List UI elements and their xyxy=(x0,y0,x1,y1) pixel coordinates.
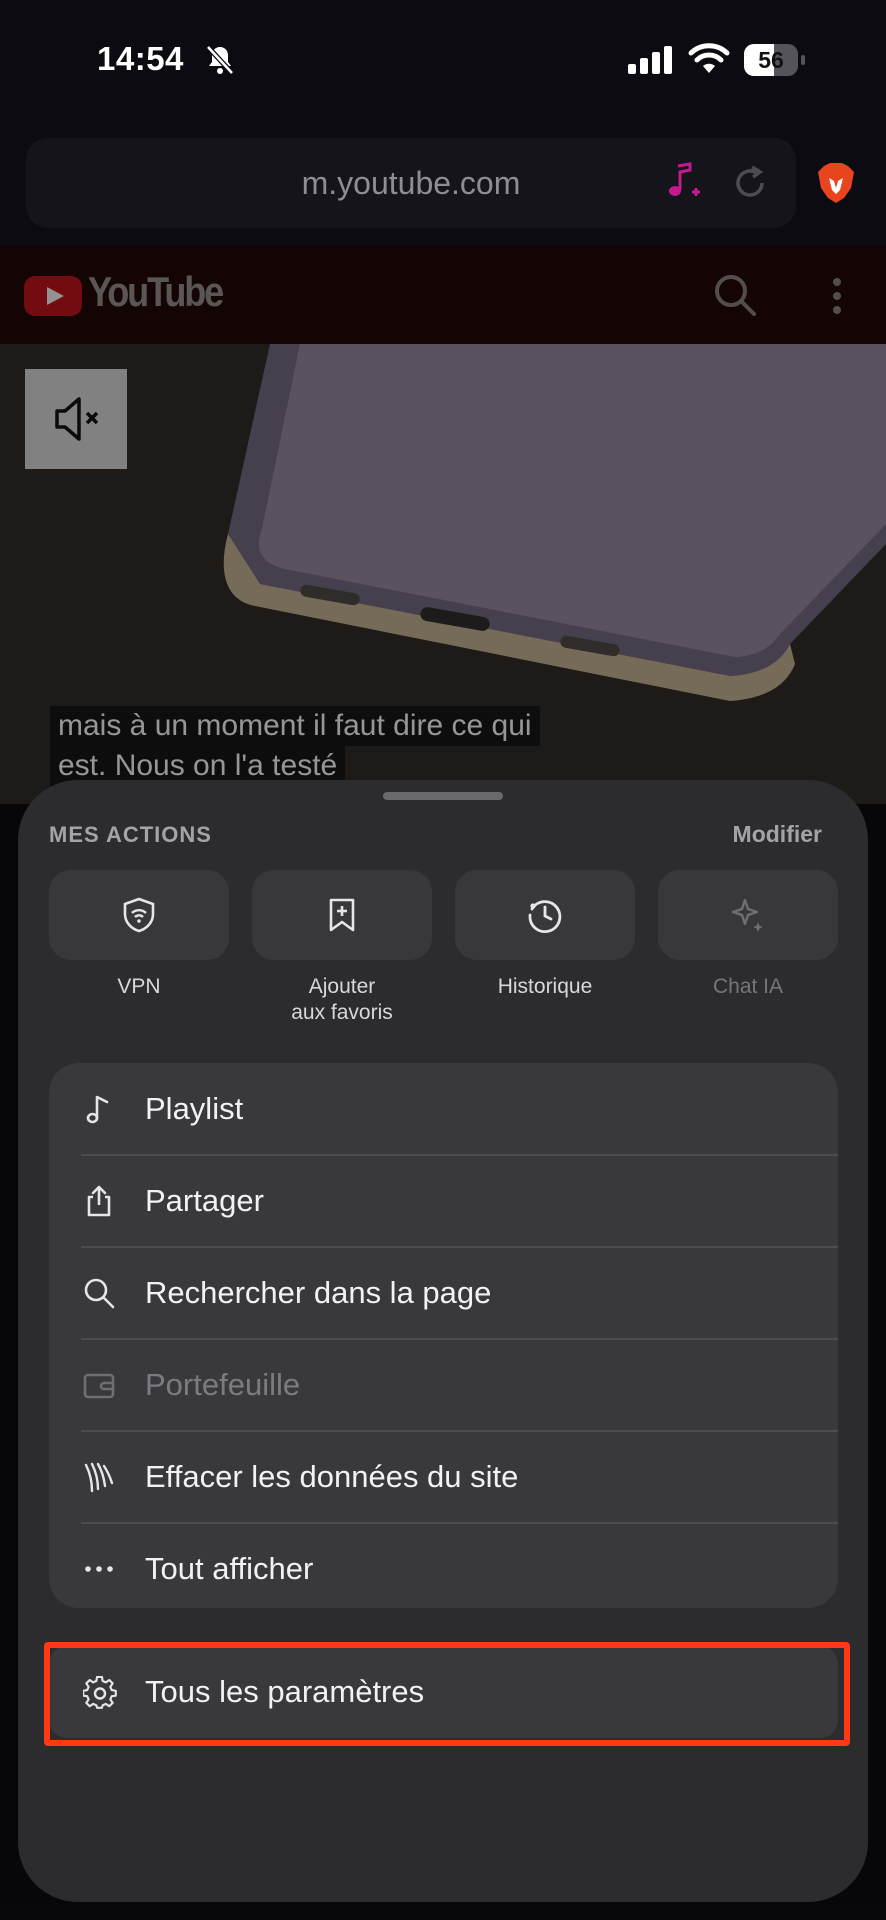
action-history[interactable]: Historique xyxy=(455,870,635,1000)
menu-item-show-all[interactable]: Tout afficher xyxy=(49,1523,838,1615)
menu-item-label: Rechercher dans la page xyxy=(145,1275,492,1310)
menu-item-find-in-page[interactable]: Rechercher dans la page xyxy=(49,1247,838,1339)
status-bar: 14:54 56 xyxy=(0,0,886,110)
menu-item-label: Portefeuille xyxy=(145,1367,301,1402)
menu-item-label: Tout afficher xyxy=(145,1551,314,1586)
menu-item-playlist[interactable]: Playlist xyxy=(49,1063,838,1155)
clear-data-icon xyxy=(84,1462,114,1493)
signal-icon xyxy=(628,46,672,74)
action-vpn-label: VPN xyxy=(117,975,161,998)
share-icon xyxy=(87,1185,111,1217)
menu-item-label: Effacer les données du site xyxy=(145,1459,519,1494)
action-bookmark-label-2: aux favoris xyxy=(291,1001,393,1024)
menu-item-label: Partager xyxy=(145,1183,264,1218)
address-bar[interactable]: m.youtube.com xyxy=(26,138,796,228)
edit-actions-button[interactable]: Modifier xyxy=(733,821,822,848)
bookmark-add-icon xyxy=(329,898,355,932)
menu-item-wallet[interactable]: Portefeuille xyxy=(49,1339,838,1431)
menu-item-label: Playlist xyxy=(145,1091,244,1126)
brave-lion-icon[interactable] xyxy=(816,162,856,204)
menu-item-clear-site-data[interactable]: Effacer les données du site xyxy=(49,1431,838,1523)
search-icon xyxy=(84,1278,115,1309)
music-note-icon xyxy=(86,1095,109,1124)
status-time: 14:54 xyxy=(97,40,184,77)
reload-icon[interactable] xyxy=(730,163,770,203)
music-plus-icon[interactable] xyxy=(666,162,702,202)
more-horizontal-icon xyxy=(85,1566,113,1572)
menu-item-share[interactable]: Partager xyxy=(49,1155,838,1247)
action-add-bookmark[interactable]: Ajouter aux favoris xyxy=(252,870,432,1026)
battery-level: 56 xyxy=(758,47,784,73)
menu-group: Playlist Partager Rechercher dans la pag… xyxy=(49,1063,838,1608)
history-icon xyxy=(528,900,562,934)
shield-wifi-icon xyxy=(123,897,155,933)
sheet-grabber[interactable] xyxy=(383,792,503,800)
battery-icon: 56 xyxy=(744,44,805,76)
action-bookmark-label-1: Ajouter xyxy=(308,975,376,998)
highlight-box xyxy=(44,1642,850,1746)
bell-slash-icon xyxy=(206,45,234,75)
actions-title: MES ACTIONS xyxy=(49,822,212,847)
sparkle-icon xyxy=(731,898,763,932)
action-chat-ai-label: Chat IA xyxy=(712,975,784,998)
wifi-icon xyxy=(688,43,730,73)
action-vpn[interactable]: VPN xyxy=(49,870,229,1000)
action-chat-ai[interactable]: Chat IA xyxy=(658,870,838,1000)
wallet-icon xyxy=(83,1373,115,1399)
action-history-label: Historique xyxy=(497,975,593,998)
